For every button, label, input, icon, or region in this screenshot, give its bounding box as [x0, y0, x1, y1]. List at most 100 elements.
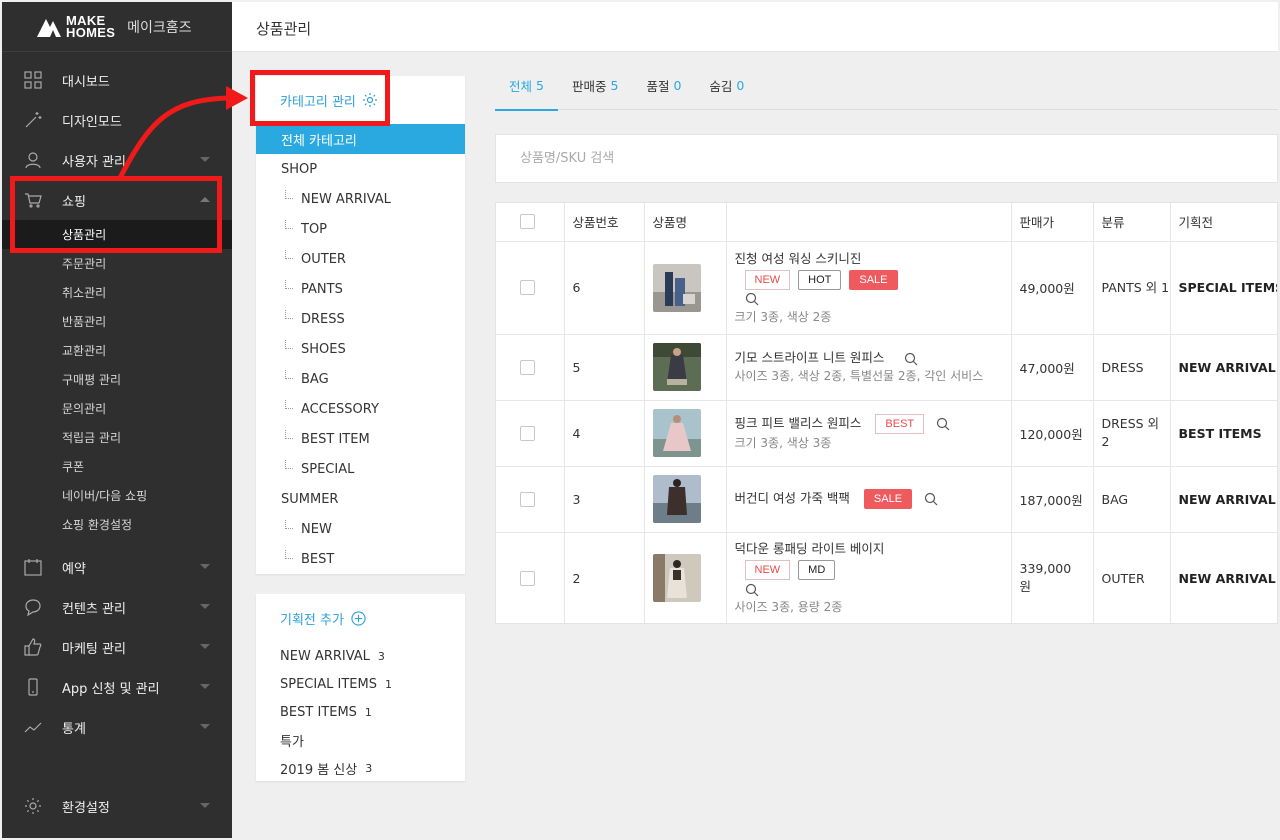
product-thumbnail[interactable]	[652, 263, 701, 312]
checkbox[interactable]	[520, 570, 535, 586]
top-header: 상품관리	[232, 2, 1278, 52]
checkbox[interactable]	[520, 491, 535, 507]
checkbox[interactable]	[520, 359, 535, 375]
table-row[interactable]: 6 진청 여성 워싱 스키니진 NEW HOT SALE 크기 3종, 색상 2…	[496, 241, 1277, 335]
category-item-outer[interactable]: OUTER	[256, 244, 465, 274]
product-name-link[interactable]: 덕다운 롱패딩 라이트 베이지	[735, 540, 1011, 558]
category-item-summer[interactable]: SUMMER	[256, 484, 465, 514]
logo[interactable]: MAKE HOMES 메이크홈즈	[2, 2, 232, 52]
product-price: 47,000원	[1011, 334, 1094, 401]
header-select-all[interactable]	[496, 203, 565, 242]
sidebar-item-statistics[interactable]: 통계	[2, 707, 232, 747]
exhibition-item[interactable]: SPECIAL ITEMS 1	[256, 670, 465, 698]
table-row[interactable]: 2 덕다운 롱패딩 라이트 베이지 NEW MD 사이즈 3종, 용량 2종 3…	[496, 532, 1277, 623]
logo-wordmark: MAKE HOMES	[66, 12, 116, 40]
badge-sale: SALE	[863, 489, 913, 509]
submenu-points[interactable]: 적립금 관리	[2, 423, 232, 452]
category-item-special[interactable]: SPECIAL	[256, 454, 465, 484]
exhibition-item[interactable]: BEST ITEMS 1	[256, 698, 465, 726]
submenu-exchanges[interactable]: 교환관리	[2, 336, 232, 365]
table-row[interactable]: 5 기모 스트라이프 니트 원피스 사이즈 3종, 색상 2종, 특별선물 2종…	[496, 334, 1277, 401]
submenu-coupons[interactable]: 쿠폰	[2, 452, 232, 481]
category-item-shop[interactable]: SHOP	[256, 154, 465, 184]
sidebar-item-design-mode[interactable]: 디자인모드	[2, 100, 232, 140]
tab-on-sale[interactable]: 판매중 5	[558, 60, 632, 110]
tab-sold-out[interactable]: 품절 0	[632, 60, 695, 110]
category-tree: 전체 카테고리 SHOP NEW ARRIVAL TOP OUTER PANTS…	[256, 124, 465, 574]
search-icon[interactable]	[936, 417, 950, 431]
chevron-down-icon	[200, 724, 210, 729]
badge-best: BEST	[875, 414, 925, 434]
category-item-new[interactable]: NEW	[256, 514, 465, 544]
exhibition-item[interactable]: NEW ARRIVAL 3	[256, 642, 465, 670]
sidebar: MAKE HOMES 메이크홈즈 대시보드 디자인모드 사용자 관리 쇼핑 상품…	[2, 2, 232, 838]
search-icon[interactable]	[924, 492, 938, 506]
product-name-link[interactable]: 버건디 여성 가죽 백팩	[735, 491, 850, 506]
product-category: DRESS	[1093, 334, 1171, 401]
product-no: 3	[564, 466, 645, 533]
search-icon[interactable]	[745, 292, 759, 306]
sidebar-item-reservation[interactable]: 예약	[2, 547, 232, 587]
category-item-top[interactable]: TOP	[256, 214, 465, 244]
submenu-cancellations[interactable]: 취소관리	[2, 278, 232, 307]
category-item-accessory[interactable]: ACCESSORY	[256, 394, 465, 424]
submenu-reviews[interactable]: 구매평 관리	[2, 365, 232, 394]
product-name-link[interactable]: 기모 스트라이프 니트 원피스	[735, 350, 885, 365]
dashboard-grid-icon	[24, 71, 42, 89]
submenu-returns[interactable]: 반품관리	[2, 307, 232, 336]
magic-wand-icon	[25, 112, 42, 128]
badge-hot: HOT	[798, 269, 842, 290]
category-item-dress[interactable]: DRESS	[256, 304, 465, 334]
sidebar-item-users[interactable]: 사용자 관리	[2, 140, 232, 180]
exhibition-count: 1	[364, 705, 372, 719]
product-thumbnail[interactable]	[652, 343, 701, 391]
chevron-down-icon	[200, 157, 210, 162]
submenu-orders[interactable]: 주문관리	[2, 249, 232, 278]
submenu-shop-settings[interactable]: 쇼핑 환경설정	[2, 510, 232, 539]
checkbox[interactable]	[520, 425, 535, 441]
category-item-best[interactable]: BEST	[256, 544, 465, 574]
category-item-all[interactable]: 전체 카테고리	[256, 124, 465, 154]
user-icon	[25, 152, 41, 169]
category-item-shoes[interactable]: SHOES	[256, 334, 465, 364]
product-category: PANTS 외 1	[1093, 241, 1171, 335]
search-input[interactable]	[496, 135, 1277, 182]
product-name-link[interactable]: 핑크 피트 밸리스 원피스	[735, 416, 862, 431]
checkbox[interactable]	[520, 280, 535, 295]
exhibition-item[interactable]: 2019 봄 신상 3	[256, 754, 465, 782]
product-thumbnail[interactable]	[652, 409, 701, 457]
product-name-link[interactable]: 진청 여성 워싱 스키니진	[735, 250, 1011, 268]
product-thumbnail[interactable]	[652, 475, 701, 523]
exhibition-header-label: 기획전 추가	[280, 612, 344, 628]
sidebar-item-contents[interactable]: 컨텐츠 관리	[2, 587, 232, 627]
sidebar-item-marketing[interactable]: 마케팅 관리	[2, 627, 232, 667]
sidebar-item-settings[interactable]: 환경설정	[2, 786, 232, 826]
header-exhibition: 기획전	[1170, 203, 1277, 242]
table-row[interactable]: 4 핑크 피트 밸리스 원피스 BEST 크기 3종, 색상 3종 120,000…	[496, 400, 1277, 467]
sidebar-item-label: App 신청 및 관리	[62, 681, 160, 697]
category-item-pants[interactable]: PANTS	[256, 274, 465, 304]
product-category: BAG	[1093, 466, 1171, 533]
table-row[interactable]: 3 버건디 여성 가죽 백팩 SALE 187,000원 BAG NEW ARRI…	[496, 466, 1277, 533]
search-icon[interactable]	[745, 583, 759, 597]
sidebar-item-label: 대시보드	[62, 74, 110, 90]
add-exhibition-button[interactable]: 기획전 추가	[256, 594, 465, 642]
category-item-bag[interactable]: BAG	[256, 364, 465, 394]
sidebar-item-app[interactable]: App 신청 및 관리	[2, 667, 232, 707]
exhibition-panel: 기획전 추가 NEW ARRIVAL 3 SPECIAL ITEMS 1 BEST …	[256, 594, 465, 781]
submenu-inquiries[interactable]: 문의관리	[2, 394, 232, 423]
category-item-new-arrival[interactable]: NEW ARRIVAL	[256, 184, 465, 214]
search-box	[495, 134, 1278, 183]
product-thumbnail[interactable]	[652, 554, 701, 602]
category-item-best-item[interactable]: BEST ITEM	[256, 424, 465, 454]
product-exhibition: NEW ARRIVAL+1	[1170, 466, 1277, 533]
tab-hidden[interactable]: 숨김 0	[695, 60, 758, 110]
exhibition-item[interactable]: 특가	[256, 726, 465, 754]
checkbox[interactable]	[520, 214, 535, 230]
search-icon[interactable]	[904, 352, 918, 366]
tab-all[interactable]: 전체 5	[495, 60, 558, 111]
submenu-naver-daum[interactable]: 네이버/다음 쇼핑	[2, 481, 232, 510]
sidebar-item-dashboard[interactable]: 대시보드	[2, 60, 232, 100]
sidebar-item-label: 컨텐츠 관리	[62, 601, 126, 617]
table-header-row: 상품번호 상품명 판매가 분류 기획전	[496, 203, 1277, 242]
